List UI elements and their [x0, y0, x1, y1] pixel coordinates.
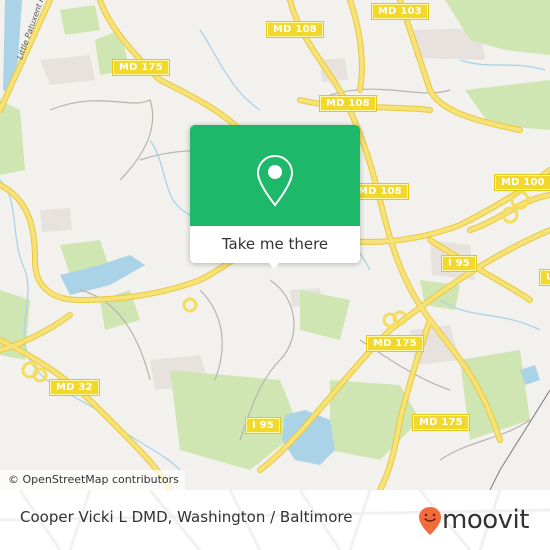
- shield-md175-bottom: MD 175: [412, 414, 470, 431]
- shield-md100: MD 100: [494, 174, 550, 191]
- moovit-smile-pin-icon: [419, 507, 441, 535]
- map-pin-icon: [256, 154, 294, 207]
- popup-pointer: [267, 261, 281, 269]
- footer-bar: Cooper Vicki L DMD, Washington / Baltimo…: [0, 490, 550, 550]
- shield-md108-right: MD 108: [351, 183, 409, 200]
- shield-md108-mid: MD 108: [319, 95, 377, 112]
- map-attribution[interactable]: © OpenStreetMap contributors: [0, 470, 185, 490]
- shield-md175-top-left: MD 175: [112, 59, 170, 76]
- shield-i95-bottom: I 95: [245, 417, 281, 434]
- take-me-there-button[interactable]: Take me there: [190, 226, 360, 263]
- shield-us-right: US: [539, 269, 550, 286]
- shield-md175-center: MD 175: [366, 335, 424, 352]
- shield-i95-right: I 95: [441, 255, 477, 272]
- shield-md103: MD 103: [371, 3, 429, 20]
- take-me-there-label: Take me there: [221, 235, 329, 253]
- location-popup: Take me there: [190, 125, 360, 269]
- shield-md108-top: MD 108: [266, 21, 324, 38]
- popup-header: [190, 125, 360, 226]
- map-canvas[interactable]: Little Patuxent R MD 108 MD 103 MD 175 M…: [0, 0, 550, 490]
- place-title: Cooper Vicki L DMD, Washington / Baltimo…: [20, 508, 353, 526]
- moovit-wordmark: moovit: [442, 505, 529, 535]
- shield-md32: MD 32: [49, 379, 100, 396]
